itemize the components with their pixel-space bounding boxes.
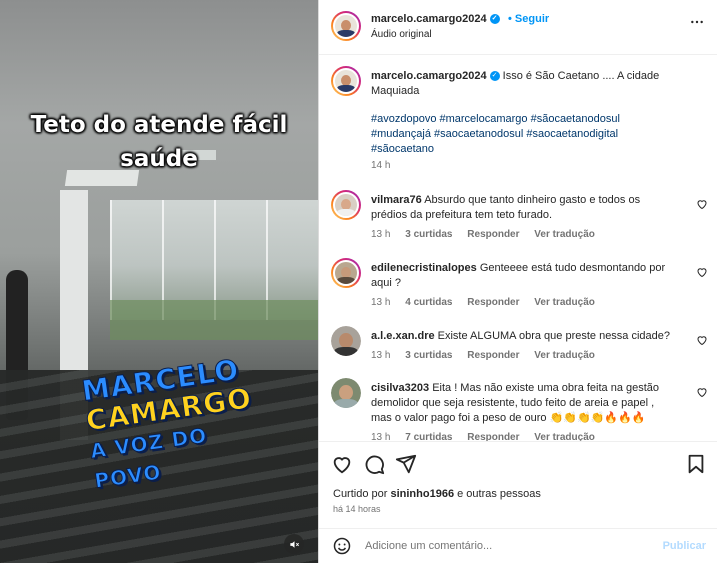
comment-time: 13 h	[371, 350, 391, 361]
comment-username[interactable]: edilenecristinalopes	[371, 262, 477, 274]
comment-bubble-icon[interactable]	[363, 453, 385, 475]
comment-time: 13 h	[371, 297, 391, 308]
translate-button[interactable]: Ver tradução	[534, 297, 595, 308]
publish-button[interactable]: Publicar	[663, 540, 706, 552]
more-options-icon[interactable]	[689, 14, 705, 35]
comment-text: cisilva3203 Eita ! Mas não existe uma ob…	[371, 381, 671, 426]
reel-video[interactable]: Teto do atende fácil saúde MARCELO CAMAR…	[0, 0, 318, 563]
username-text[interactable]: marcelo.camargo2024	[371, 13, 487, 25]
comment-meta: 13 h 4 curtidas Responder Ver tradução	[371, 297, 607, 308]
comments-list[interactable]: marcelo.camargo2024 ✓ Isso é São Caetano …	[319, 56, 717, 441]
comment-username[interactable]: vilmara76	[371, 194, 422, 206]
outdoor-garden	[110, 300, 318, 340]
bookmark-icon[interactable]	[685, 453, 707, 475]
heart-icon[interactable]	[696, 334, 708, 346]
add-comment-bar: Publicar	[319, 528, 717, 563]
caption-time: 14 h	[371, 160, 391, 171]
post-panel: marcelo.camargo2024 ✓ • Seguir Áudio orig…	[318, 0, 717, 563]
comment-text: a.l.e.xan.dre Existe ALGUMA obra que pre…	[371, 329, 671, 344]
comment-input[interactable]	[365, 540, 625, 552]
follow-label[interactable]: Seguir	[515, 13, 549, 25]
liked-by-user[interactable]: sininho1966	[390, 488, 454, 500]
comment-meta: 13 h 3 curtidas Responder Ver tradução	[371, 229, 607, 240]
liked-by-others[interactable]: e outras pessoas	[457, 488, 541, 500]
avatar[interactable]	[331, 190, 361, 220]
video-caption-line: Teto do atende fácil	[30, 112, 288, 138]
caption-hashtags[interactable]: #avozdopovo #marcelocamargo #sãocaetanod…	[371, 112, 661, 157]
heart-icon[interactable]	[696, 266, 708, 278]
avatar[interactable]	[331, 66, 361, 96]
emoji-icon[interactable]	[333, 537, 351, 555]
follow-button[interactable]: • Seguir	[508, 13, 549, 25]
heart-icon[interactable]	[696, 198, 708, 210]
verified-icon: ✓	[489, 14, 500, 25]
comment-username[interactable]: cisilva3203	[371, 382, 429, 394]
comment-username[interactable]: a.l.e.xan.dre	[371, 330, 435, 342]
translate-button[interactable]: Ver tradução	[534, 432, 595, 441]
share-paper-plane-icon[interactable]	[395, 453, 417, 475]
comment-time: 13 h	[371, 432, 391, 441]
like-heart-icon[interactable]	[331, 453, 353, 475]
channel-logo: MARCELO CAMARGO A VOZ DO POVO	[79, 352, 255, 496]
post-actions: Curtido por sininho1966 e outras pessoas…	[319, 441, 717, 526]
header-username[interactable]: marcelo.camargo2024 ✓	[371, 13, 500, 25]
comment-text: edilenecristinalopes Genteeee está tudo …	[371, 261, 671, 291]
video-caption-line: saúde	[120, 146, 198, 172]
verified-icon: ✓	[489, 71, 500, 82]
reply-button[interactable]: Responder	[467, 350, 519, 361]
heart-icon[interactable]	[696, 386, 708, 398]
avatar[interactable]	[331, 258, 361, 288]
comment-meta: 13 h 7 curtidas Responder Ver tradução	[371, 432, 607, 441]
reply-button[interactable]: Responder	[467, 229, 519, 240]
comment-body: Existe ALGUMA obra que preste nessa cida…	[437, 330, 671, 342]
translate-button[interactable]: Ver tradução	[534, 229, 595, 240]
avatar[interactable]	[331, 11, 361, 41]
muted-speaker-icon	[289, 540, 299, 548]
comment-time: 13 h	[371, 229, 391, 240]
mute-button[interactable]	[284, 534, 304, 554]
reply-button[interactable]: Responder	[467, 297, 519, 308]
separator-dot: •	[508, 13, 512, 25]
comment-likes[interactable]: 3 curtidas	[405, 350, 452, 361]
caption-username[interactable]: marcelo.camargo2024	[371, 70, 487, 82]
audio-link[interactable]: Áudio original	[371, 29, 432, 40]
avatar[interactable]	[331, 378, 361, 408]
post-date: há 14 horas	[333, 504, 381, 514]
comment-likes[interactable]: 7 curtidas	[405, 432, 452, 441]
comment-text: vilmara76 Absurdo que tanto dinheiro gas…	[371, 193, 671, 223]
video-caption: Teto do atende fácil saúde	[0, 108, 318, 176]
avatar[interactable]	[331, 326, 361, 356]
post-caption: marcelo.camargo2024 ✓ Isso é São Caetano …	[371, 69, 661, 99]
translate-button[interactable]: Ver tradução	[534, 350, 595, 361]
liked-by: Curtido por sininho1966 e outras pessoas	[333, 488, 541, 500]
comment-likes[interactable]: 4 curtidas	[405, 297, 452, 308]
liked-by-prefix: Curtido por	[333, 488, 388, 500]
comment-likes[interactable]: 3 curtidas	[405, 229, 452, 240]
ellipsis-icon	[691, 20, 703, 24]
reply-button[interactable]: Responder	[467, 432, 519, 441]
comment-meta: 13 h 3 curtidas Responder Ver tradução	[371, 350, 607, 361]
post-header: marcelo.camargo2024 ✓ • Seguir Áudio orig…	[319, 0, 717, 55]
